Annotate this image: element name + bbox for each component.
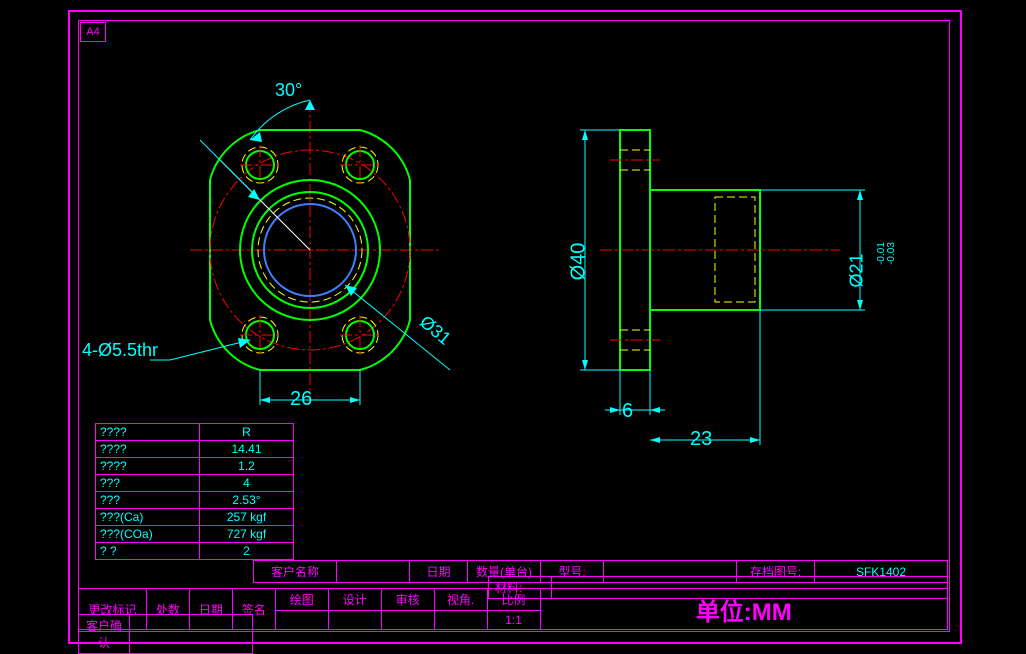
spec-table: ????R ????14.41 ????1.2 ???4 ???2.53° ??…	[95, 423, 294, 560]
dim-dia21: Ø21	[847, 253, 868, 287]
confirm-row: 客户确认	[78, 614, 253, 654]
dim-6: 6	[622, 400, 633, 423]
dim-23: 23	[690, 428, 712, 451]
cad-canvas: A4	[0, 0, 1026, 652]
sheet-size-label: A4	[80, 22, 106, 42]
side-view	[560, 95, 940, 475]
front-view	[150, 60, 510, 440]
title-block-material: 材料:	[488, 576, 948, 599]
dim-holes: 4-Ø5.5thr	[82, 340, 158, 361]
dim-w26: 26	[290, 388, 312, 411]
dim-tol-l: -0.03	[886, 242, 897, 265]
dim-dia40: Ø40	[567, 243, 590, 281]
dim-angle: 30°	[275, 80, 302, 101]
unit-label: 单位:MM	[696, 599, 792, 626]
